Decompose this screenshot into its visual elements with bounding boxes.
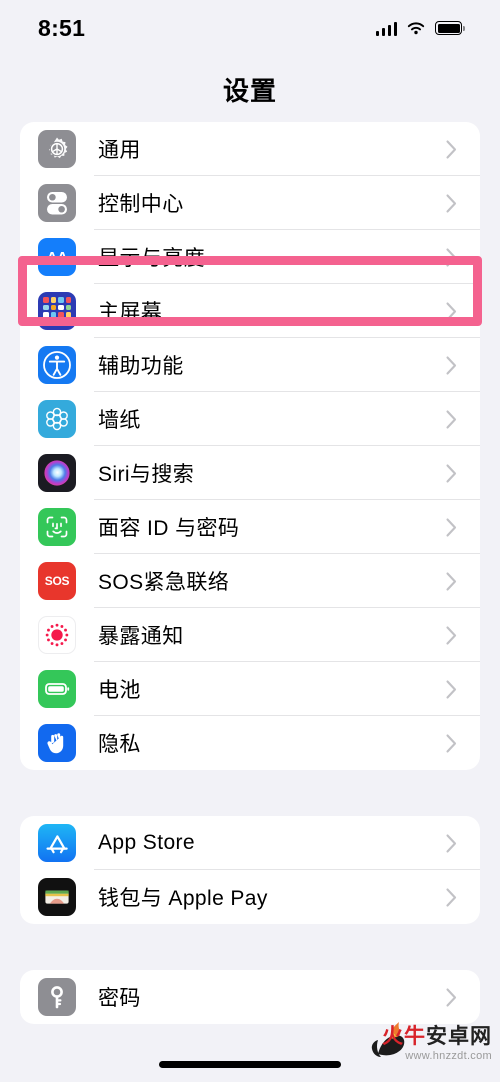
hand-privacy-icon — [38, 724, 76, 762]
face-id-icon — [38, 508, 76, 546]
settings-row-app-store[interactable]: App Store — [20, 816, 480, 870]
settings-row-exposure-notifications[interactable]: 暴露通知 — [20, 608, 480, 662]
chevron-right-icon — [440, 193, 462, 213]
settings-row-label: 墙纸 — [98, 409, 141, 432]
settings-group-system: 通用 控制中心 AA 显示与亮度 主屏幕 辅助功能 墙纸 Siri与搜索 面容 … — [20, 122, 480, 770]
settings-row-label: Siri与搜索 — [98, 463, 195, 486]
wallpaper-icon — [38, 400, 76, 438]
chevron-right-icon — [440, 517, 462, 537]
settings-row-label: 显示与亮度 — [98, 247, 205, 270]
home-indicator — [159, 1061, 341, 1068]
settings-row-label: 通用 — [98, 139, 141, 162]
settings-row-label: 钱包与 Apple Pay — [98, 887, 268, 910]
watermark-text: 火牛安卓网 www.hnzzdt.com — [382, 1026, 492, 1062]
settings-row-label: SOS紧急联络 — [98, 571, 230, 594]
settings-row-label: App Store — [98, 831, 195, 854]
sos-glyph: SOS — [44, 574, 70, 588]
page-title: 设置 — [222, 75, 277, 106]
exposure-notification-icon — [38, 616, 76, 654]
key-icon — [38, 978, 76, 1016]
siri-orb-icon — [38, 454, 76, 492]
settings-row-label: 密码 — [98, 987, 141, 1010]
settings-row-privacy[interactable]: 隐私 — [20, 716, 480, 770]
accessibility-icon — [38, 346, 76, 384]
cellular-signal-icon — [375, 21, 397, 36]
app-store-icon — [38, 824, 76, 862]
chevron-right-icon — [440, 733, 462, 753]
chevron-right-icon — [440, 887, 462, 907]
settings-row-wallet-apple-pay[interactable]: 钱包与 Apple Pay — [20, 870, 480, 924]
settings-row-label: 面容 ID 与密码 — [98, 517, 240, 540]
wifi-icon — [407, 21, 425, 34]
aa-text-icon: AA — [38, 238, 76, 276]
watermark-brand-red: 火牛 — [382, 1025, 426, 1048]
settings-row-face-id-passcode[interactable]: 面容 ID 与密码 — [20, 500, 480, 554]
settings-row-siri-search[interactable]: Siri与搜索 — [20, 446, 480, 500]
battery-full-icon — [435, 21, 465, 35]
chevron-right-icon — [440, 679, 462, 699]
chevron-right-icon — [440, 409, 462, 429]
watermark-brand: 火牛安卓网 — [382, 1026, 492, 1047]
settings-row-label: 隐私 — [98, 733, 141, 756]
settings-row-accessibility[interactable]: 辅助功能 — [20, 338, 480, 392]
settings-row-label: 控制中心 — [98, 193, 184, 216]
chevron-right-icon — [440, 571, 462, 591]
settings-row-emergency-sos[interactable]: SOS SOS紧急联络 — [20, 554, 480, 608]
watermark-brand-black: 安卓网 — [426, 1025, 492, 1048]
settings-row-general[interactable]: 通用 — [20, 122, 480, 176]
toggles-icon — [38, 184, 76, 222]
watermark-url: www.hnzzdt.com — [405, 1050, 492, 1062]
settings-list-scroll[interactable]: 通用 控制中心 AA 显示与亮度 主屏幕 辅助功能 墙纸 Siri与搜索 面容 … — [0, 122, 500, 1082]
chevron-right-icon — [440, 833, 462, 853]
app-grid-icon — [38, 292, 76, 330]
chevron-right-icon — [440, 139, 462, 159]
status-bar-clock: 8:51 — [38, 14, 86, 41]
chevron-right-icon — [440, 301, 462, 321]
settings-row-label: 暴露通知 — [98, 625, 184, 648]
settings-row-label: 辅助功能 — [98, 355, 184, 378]
chevron-right-icon — [440, 987, 462, 1007]
gear-icon — [38, 130, 76, 168]
settings-row-display-brightness[interactable]: AA 显示与亮度 — [20, 230, 480, 284]
watermark: 火牛安卓网 www.hnzzdt.com — [362, 1012, 494, 1078]
settings-row-battery[interactable]: 电池 — [20, 662, 480, 716]
settings-row-wallpaper[interactable]: 墙纸 — [20, 392, 480, 446]
settings-row-label: 电池 — [98, 679, 141, 702]
chevron-right-icon — [440, 463, 462, 483]
aa-glyph: AA — [46, 248, 68, 266]
settings-row-control-center[interactable]: 控制中心 — [20, 176, 480, 230]
navigation-bar: 设置 — [0, 56, 500, 122]
battery-icon — [38, 670, 76, 708]
settings-row-home-screen[interactable]: 主屏幕 — [20, 284, 480, 338]
chevron-right-icon — [440, 625, 462, 645]
chevron-right-icon — [440, 355, 462, 375]
status-bar-indicators — [375, 21, 465, 36]
chevron-right-icon — [440, 247, 462, 267]
wallet-icon — [38, 878, 76, 916]
settings-row-label: 主屏幕 — [98, 301, 163, 324]
status-bar: 8:51 — [0, 0, 500, 56]
sos-icon: SOS — [38, 562, 76, 600]
settings-group-store: App Store 钱包与 Apple Pay — [20, 816, 480, 924]
